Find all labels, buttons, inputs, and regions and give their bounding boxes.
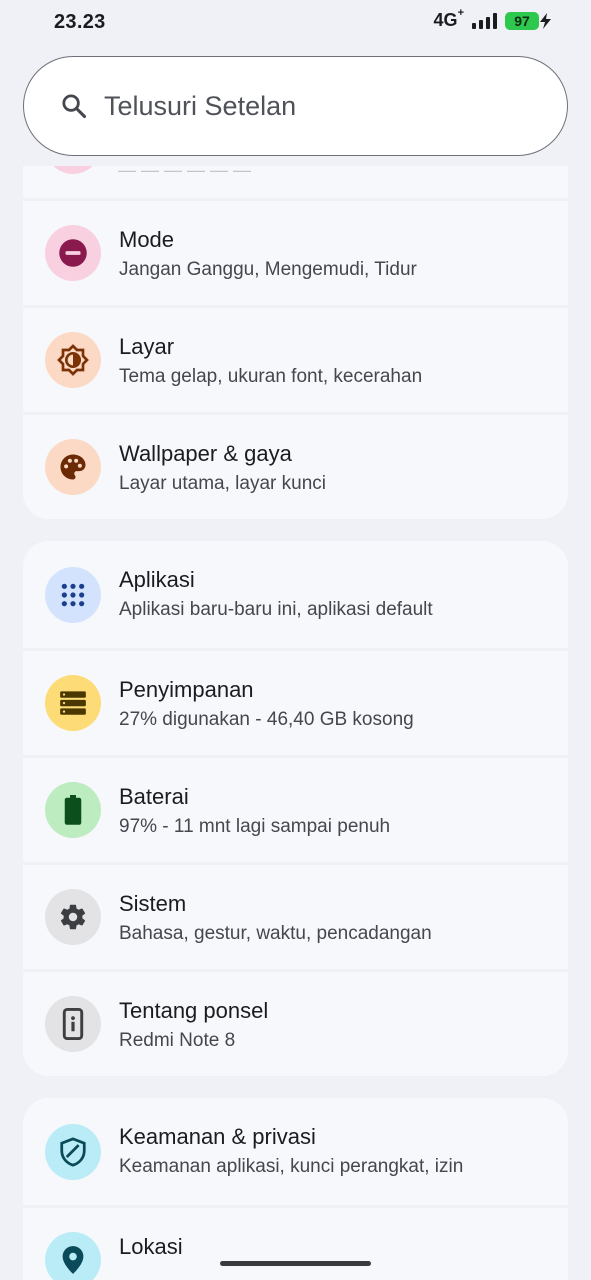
battery-icon xyxy=(45,782,101,838)
gear-icon xyxy=(45,889,101,945)
palette-icon xyxy=(45,439,101,495)
settings-group-security: Keamanan & privasi Keamanan aplikasi, ku… xyxy=(23,1098,568,1280)
brightness-icon xyxy=(45,332,101,388)
settings-item-title: Penyimpanan xyxy=(119,677,254,702)
network-type: 4G+ xyxy=(433,7,464,31)
status-time: 23.23 xyxy=(54,11,106,33)
network-label: 4G xyxy=(433,10,458,30)
settings-item-layar[interactable]: Layar Tema gelap, ukuran font, kecerahan xyxy=(23,305,568,412)
search-input[interactable]: Telusuri Setelan xyxy=(23,56,568,156)
home-indicator[interactable] xyxy=(220,1261,371,1266)
settings-item-sistem[interactable]: Sistem Bahasa, gestur, waktu, pencadanga… xyxy=(23,862,568,969)
do-not-disturb-icon xyxy=(45,225,101,281)
partial-item-icon xyxy=(45,166,101,174)
settings-item-subtitle: 97% - 11 mnt lagi sampai penuh xyxy=(119,816,391,837)
settings-group-device: Aplikasi Aplikasi baru-baru ini, aplikas… xyxy=(23,541,568,1076)
battery-level: 97 xyxy=(505,11,539,30)
settings-item-tentang-ponsel[interactable]: Tentang ponsel Redmi Note 8 xyxy=(23,969,568,1076)
settings-item-title: Lokasi xyxy=(119,1234,183,1259)
settings-item-baterai[interactable]: Baterai 97% - 11 mnt lagi sampai penuh xyxy=(23,755,568,862)
settings-item-mode[interactable]: Mode Jangan Ganggu, Mengemudi, Tidur xyxy=(23,198,568,305)
settings-item-title: Tentang ponsel xyxy=(119,998,269,1023)
location-pin-icon xyxy=(45,1232,101,1280)
search-placeholder: Telusuri Setelan xyxy=(104,90,297,121)
list-item-partial[interactable]: — — — — — — xyxy=(23,166,568,198)
settings-item-subtitle: Layar utama, layar kunci xyxy=(119,473,326,494)
signal-icon xyxy=(472,12,497,29)
settings-item-lokasi[interactable]: Lokasi xyxy=(23,1205,568,1280)
settings-group-display: — — — — — — Mode Jangan Ganggu, Mengemud… xyxy=(23,166,568,519)
storage-icon xyxy=(45,675,101,731)
settings-item-subtitle: Jangan Ganggu, Mengemudi, Tidur xyxy=(119,259,417,280)
shield-icon xyxy=(45,1123,101,1180)
settings-item-aplikasi[interactable]: Aplikasi Aplikasi baru-baru ini, aplikas… xyxy=(23,541,568,648)
status-icons: 4G+ 97 xyxy=(433,7,551,31)
settings-item-title: Keamanan & privasi xyxy=(119,1124,316,1149)
battery-status-icon: 97 xyxy=(505,11,551,30)
status-bar: 23.23 4G+ 97 xyxy=(0,0,591,46)
settings-item-subtitle: Aplikasi baru-baru ini, aplikasi default xyxy=(119,599,433,620)
settings-screen: 23.23 4G+ 97 Telusuri Setelan — — — — — … xyxy=(0,0,591,1280)
settings-item-title: Mode xyxy=(119,227,175,252)
charging-bolt-icon xyxy=(540,12,551,29)
settings-item-subtitle: Keamanan aplikasi, kunci perangkat, izin xyxy=(119,1156,464,1177)
settings-item-title: Layar xyxy=(119,334,175,359)
search-icon xyxy=(62,94,87,119)
settings-item-title: Baterai xyxy=(119,784,189,809)
settings-item-subtitle: Redmi Note 8 xyxy=(119,1030,236,1051)
settings-item-subtitle: 27% digunakan - 46,40 GB kosong xyxy=(119,709,414,730)
settings-item-wallpaper[interactable]: Wallpaper & gaya Layar utama, layar kunc… xyxy=(23,412,568,519)
settings-item-subtitle: Tema gelap, ukuran font, kecerahan xyxy=(119,366,423,387)
settings-item-keamanan[interactable]: Keamanan & privasi Keamanan aplikasi, ku… xyxy=(23,1098,568,1205)
settings-item-title: Sistem xyxy=(119,891,187,916)
settings-item-title: Wallpaper & gaya xyxy=(119,441,292,466)
settings-item-title: Aplikasi xyxy=(119,567,195,592)
settings-item-penyimpanan[interactable]: Penyimpanan 27% digunakan - 46,40 GB kos… xyxy=(23,648,568,755)
settings-item-subtitle: Bahasa, gestur, waktu, pencadangan xyxy=(119,923,432,944)
apps-grid-icon xyxy=(45,566,101,623)
settings-list: — — — — — — Mode Jangan Ganggu, Mengemud… xyxy=(23,166,568,1280)
partial-item-text: — — — — — — xyxy=(118,166,252,180)
network-plus: + xyxy=(457,7,464,19)
phone-info-icon xyxy=(45,996,101,1052)
